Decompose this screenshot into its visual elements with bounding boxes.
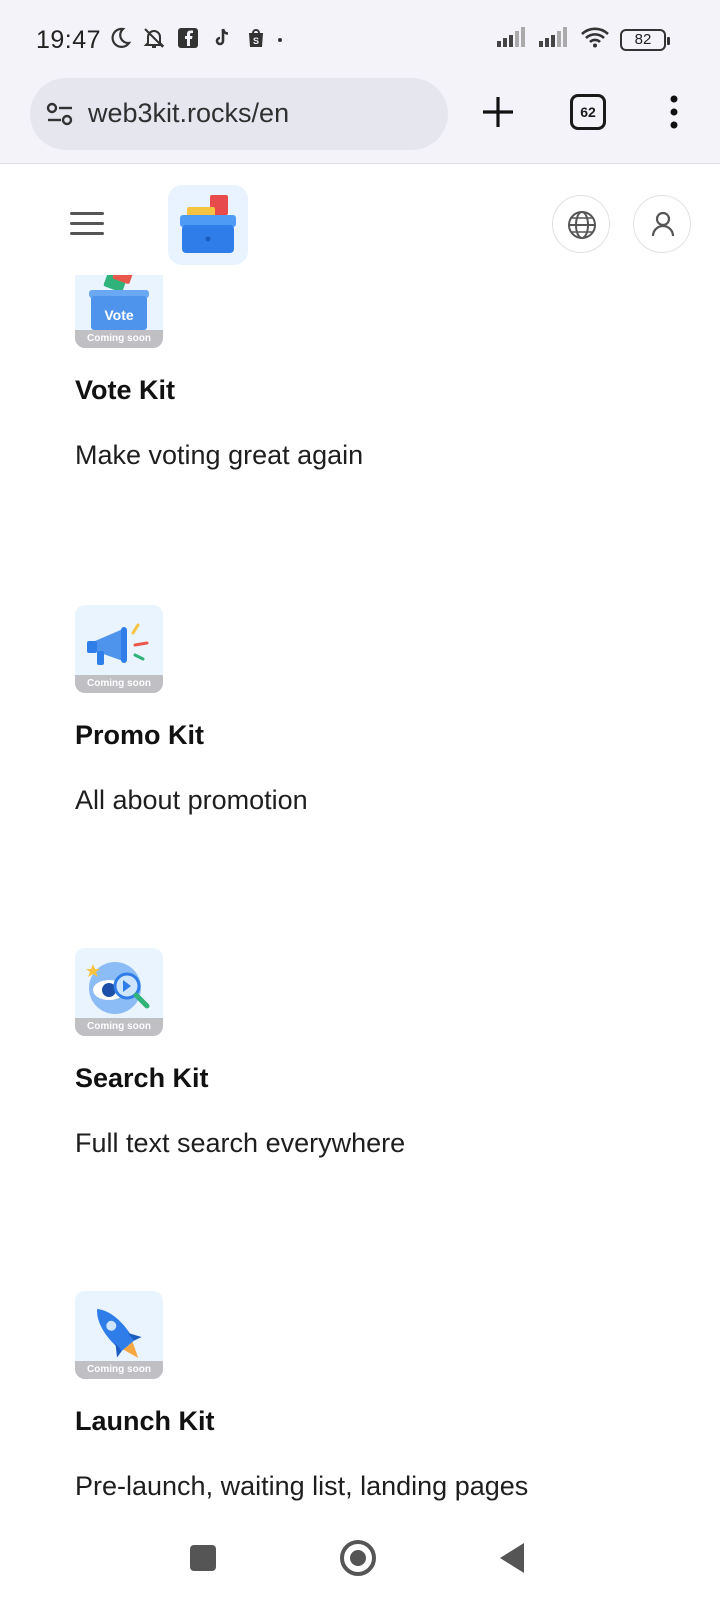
system-navigation-bar	[0, 1515, 720, 1600]
kit-title: Vote Kit	[75, 375, 175, 405]
kit-title: Search Kit	[75, 1063, 209, 1093]
more-notifications-dot	[278, 38, 282, 42]
signal-icon	[538, 26, 570, 53]
kit-description: Full text search everywhere	[75, 1128, 406, 1158]
new-tab-button[interactable]	[478, 92, 518, 132]
facebook-page-icon	[176, 26, 200, 50]
wifi-icon	[580, 26, 610, 53]
home-icon[interactable]	[340, 1540, 376, 1576]
address-bar[interactable]: web3kit.rocks/en	[30, 78, 448, 150]
user-icon	[634, 211, 692, 258]
back-icon[interactable]	[500, 1543, 524, 1573]
kit-list: Vote Coming soon Vote Kit Make voting gr…	[0, 275, 720, 1515]
vote-kit-thumbnail: Vote Coming soon	[75, 275, 163, 348]
url-text[interactable]: web3kit.rocks/en	[88, 98, 289, 129]
site-header	[0, 165, 720, 275]
web3kit-logo[interactable]	[168, 185, 248, 265]
battery-icon: 82	[620, 28, 670, 51]
kit-description: All about promotion	[75, 785, 308, 815]
kit-description: Pre-launch, waiting list, landing pages	[75, 1471, 529, 1501]
coming-soon-badge: Coming soon	[75, 675, 163, 693]
hamburger-menu-icon[interactable]	[70, 212, 104, 236]
tab-switcher-button[interactable]: 62	[570, 94, 606, 130]
shopify-icon: S	[244, 26, 268, 50]
svg-text:S: S	[253, 36, 259, 46]
kit-title: Launch Kit	[75, 1406, 215, 1436]
kit-description: Make voting great again	[75, 440, 364, 470]
coming-soon-badge: Coming soon	[75, 330, 163, 348]
coming-soon-badge: Coming soon	[75, 1361, 163, 1379]
coming-soon-badge: Coming soon	[75, 1018, 163, 1036]
kit-title: Promo Kit	[75, 720, 205, 750]
promo-kit-thumbnail: Coming soon	[75, 605, 163, 693]
moon-icon	[108, 26, 132, 50]
account-button[interactable]	[633, 195, 691, 253]
browser-toolbar: web3kit.rocks/en 62	[0, 78, 720, 164]
language-button[interactable]	[552, 195, 610, 253]
signal-icon	[496, 26, 528, 53]
globe-icon	[553, 211, 611, 258]
system-status-icons: 82	[496, 26, 670, 53]
overflow-menu-button[interactable]	[662, 94, 686, 130]
notification-icons: S	[108, 26, 268, 50]
status-bar: 19:47 S 82	[0, 0, 720, 78]
tiktok-icon	[210, 26, 234, 50]
site-settings-icon[interactable]	[46, 102, 74, 131]
bell-off-icon	[142, 26, 166, 50]
launch-kit-thumbnail: Coming soon	[75, 1291, 163, 1379]
vote-label: Vote	[104, 307, 134, 323]
recents-icon[interactable]	[190, 1545, 216, 1571]
search-kit-thumbnail: Coming soon	[75, 948, 163, 1036]
status-time: 19:47	[36, 26, 102, 54]
